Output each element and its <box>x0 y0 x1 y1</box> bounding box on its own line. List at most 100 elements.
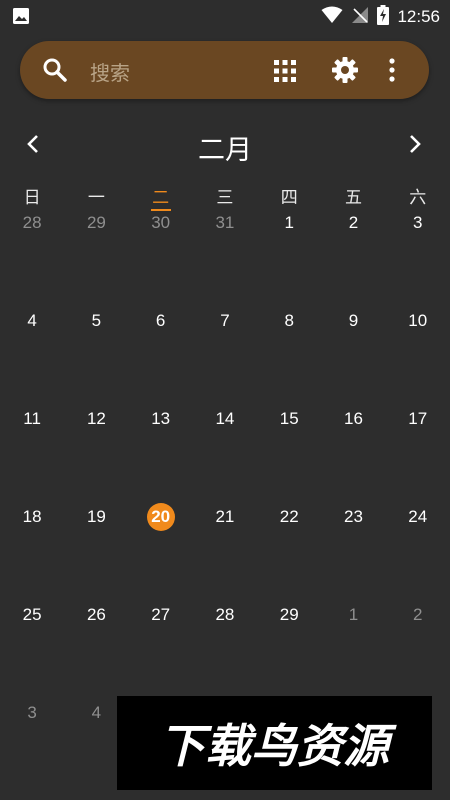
day-number: 29 <box>279 605 299 624</box>
gear-icon[interactable] <box>331 56 359 88</box>
day-number: 9 <box>348 311 359 330</box>
day-number: 23 <box>344 507 363 526</box>
day-cell[interactable]: 30 <box>129 208 193 306</box>
battery-charging-icon <box>377 5 390 29</box>
day-number: 4 <box>27 311 37 330</box>
weekday-label: 五 <box>344 188 362 208</box>
day-number: 17 <box>408 409 428 428</box>
week-row: 25 26 27 28 29 1 2 <box>0 600 450 698</box>
day-cell[interactable]: 18 <box>0 502 64 600</box>
day-number: 27 <box>151 605 171 624</box>
month-title[interactable]: 二月 <box>0 128 450 167</box>
day-cell[interactable]: 1 <box>257 208 321 306</box>
day-number: 3 <box>412 213 423 232</box>
chevron-right-icon[interactable] <box>402 132 426 160</box>
watermark-text: 下载鸟资源 <box>159 719 397 773</box>
day-number: 14 <box>215 409 235 428</box>
day-cell[interactable]: 25 <box>0 600 64 698</box>
day-cell[interactable]: 27 <box>129 600 193 698</box>
status-bar: 12:56 <box>0 0 450 32</box>
day-number: 28 <box>215 605 235 624</box>
day-cell[interactable]: 3 <box>386 208 450 306</box>
day-number: 18 <box>22 507 42 526</box>
day-cell[interactable]: 28 <box>0 208 64 306</box>
weekday-label-today: 二 <box>129 183 193 211</box>
day-cell[interactable]: 19 <box>64 502 128 600</box>
day-number: 21 <box>215 507 235 526</box>
wifi-icon <box>321 6 343 28</box>
day-cell[interactable]: 5 <box>64 306 128 404</box>
watermark-logo: 下载鸟资源 <box>117 696 432 790</box>
day-cell[interactable]: 2 <box>386 600 450 698</box>
day-cell[interactable]: 8 <box>257 306 321 404</box>
month-navigation: 二月 <box>0 118 450 168</box>
weekday-label: 日 <box>23 188 41 208</box>
day-number: 6 <box>155 311 166 330</box>
day-number: 4 <box>91 703 102 722</box>
day-cell[interactable]: 1 <box>321 600 385 698</box>
day-cell[interactable]: 26 <box>64 600 128 698</box>
day-cell[interactable]: 10 <box>386 306 450 404</box>
search-input[interactable]: 搜索 <box>90 57 130 86</box>
no-signal-icon <box>351 6 369 28</box>
day-cell-today[interactable]: 20 <box>129 502 193 600</box>
day-cell[interactable]: 15 <box>257 404 321 502</box>
day-number: 1 <box>348 605 359 624</box>
day-cell[interactable]: 4 <box>0 306 64 404</box>
day-cell[interactable]: 21 <box>193 502 257 600</box>
week-row: 11 12 13 14 15 16 17 <box>0 404 450 502</box>
weekday-header: 日 一 二 三 四 五 六 <box>0 183 450 211</box>
day-cell[interactable]: 9 <box>321 306 385 404</box>
day-number: 20 <box>146 503 175 531</box>
day-number: 12 <box>86 409 106 428</box>
day-number: 7 <box>220 311 230 330</box>
day-cell[interactable]: 14 <box>193 404 257 502</box>
day-cell[interactable]: 13 <box>129 404 193 502</box>
week-row: 28 29 30 31 1 2 3 <box>0 208 450 306</box>
day-cell[interactable]: 12 <box>64 404 128 502</box>
day-cell[interactable]: 6 <box>129 306 193 404</box>
day-number: 28 <box>22 213 42 232</box>
apps-grid-icon[interactable] <box>273 59 297 87</box>
day-cell[interactable]: 24 <box>386 502 450 600</box>
day-cell[interactable]: 16 <box>321 404 385 502</box>
more-vert-icon[interactable] <box>387 57 397 87</box>
image-icon <box>12 7 30 29</box>
day-number: 2 <box>348 213 359 232</box>
day-number: 8 <box>284 311 294 330</box>
search-icon[interactable] <box>42 57 68 87</box>
day-number: 22 <box>279 507 299 526</box>
day-cell[interactable]: 11 <box>0 404 64 502</box>
clock-time: 12:56 <box>397 7 440 26</box>
day-number: 5 <box>91 311 102 330</box>
day-cell[interactable]: 22 <box>257 502 321 600</box>
day-number: 19 <box>86 507 106 526</box>
week-row: 18 19 20 21 22 23 24 <box>0 502 450 600</box>
day-number: 11 <box>23 409 41 428</box>
day-cell[interactable]: 7 <box>193 306 257 404</box>
day-number: 25 <box>22 605 42 624</box>
day-cell[interactable]: 31 <box>193 208 257 306</box>
day-number: 24 <box>408 507 428 526</box>
day-cell[interactable]: 17 <box>386 404 450 502</box>
weekday-label: 四 <box>280 188 298 208</box>
weekday-label: 一 <box>87 188 105 208</box>
day-cell[interactable]: 29 <box>257 600 321 698</box>
day-number: 15 <box>279 409 299 428</box>
day-cell[interactable]: 28 <box>193 600 257 698</box>
day-cell[interactable]: 29 <box>64 208 128 306</box>
day-cell[interactable]: 23 <box>321 502 385 600</box>
day-cell[interactable]: 2 <box>321 208 385 306</box>
search-bar[interactable]: 搜索 <box>20 41 429 99</box>
day-number: 30 <box>151 213 171 232</box>
day-number: 1 <box>284 213 294 232</box>
day-number: 31 <box>215 213 235 232</box>
weekday-label: 三 <box>216 188 234 208</box>
week-row: 4 5 6 7 8 9 10 <box>0 306 450 404</box>
day-cell[interactable]: 3 <box>0 698 64 796</box>
day-number: 3 <box>27 703 37 722</box>
day-number: 16 <box>344 409 363 428</box>
day-number: 13 <box>151 409 171 428</box>
weekday-label: 六 <box>409 188 427 208</box>
day-number: 29 <box>86 213 106 232</box>
